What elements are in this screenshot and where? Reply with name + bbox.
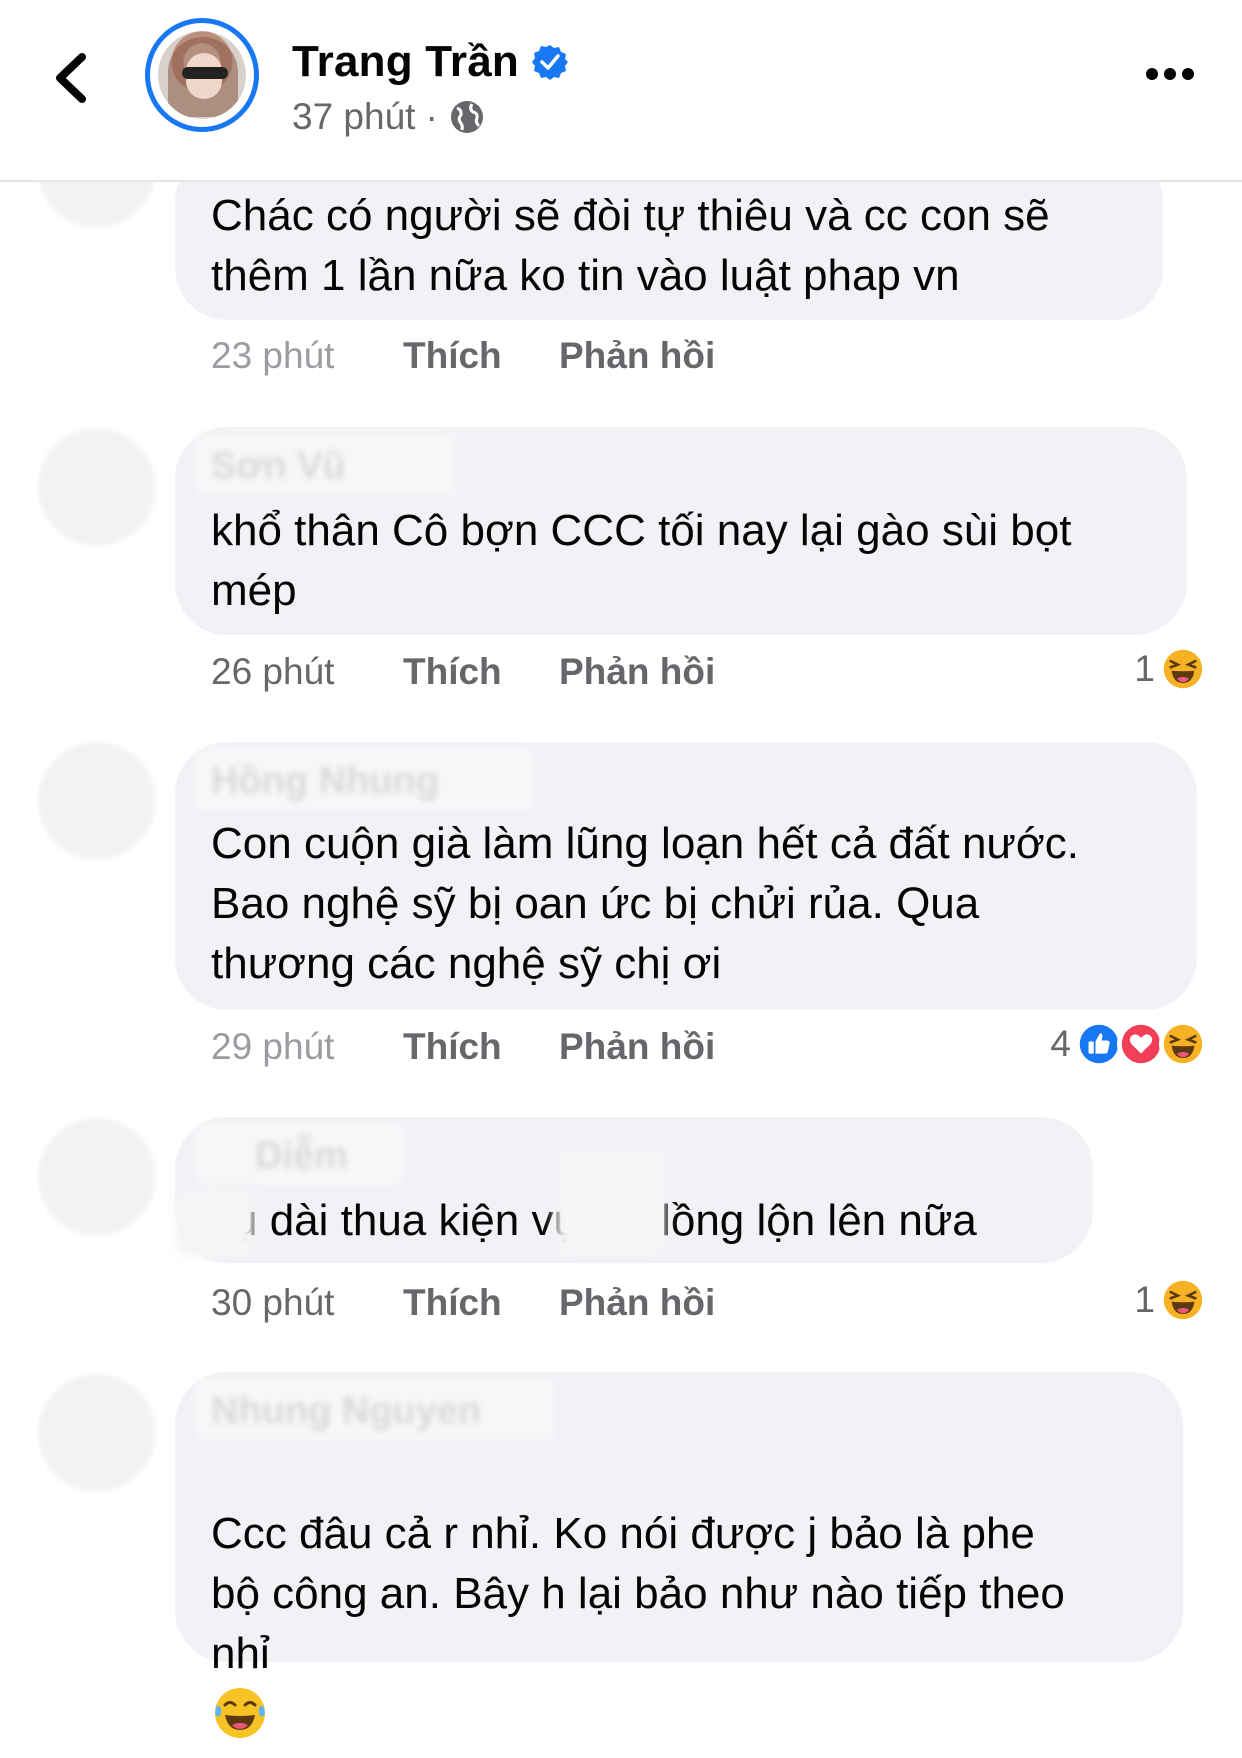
comment-text: Con cuộn già làm lũng loạn hết cả đất nư… [211, 819, 1079, 988]
commenter-avatar[interactable] [38, 1118, 156, 1236]
author-row: Trang Trần [292, 34, 569, 90]
commenter-avatar[interactable] [38, 428, 156, 546]
author-name[interactable]: Trang Trần [292, 37, 519, 87]
comment-text: Chác có người sẽ đòi tự thiêu và cc con … [211, 191, 1050, 300]
haha-icon [1159, 1276, 1207, 1324]
comment-time: 30 phút [211, 1282, 335, 1323]
reaction-summary[interactable]: 1 [1134, 645, 1207, 693]
like-button[interactable]: Thích [403, 1282, 559, 1324]
comment-author[interactable]: Hồng Nhung [211, 760, 439, 803]
like-button[interactable]: Thích [403, 1026, 559, 1068]
comment-text-body: Ccc đâu cả r nhỉ. Ko nói được j bảo là p… [211, 1509, 1065, 1678]
comment-bubble[interactable]: Nhung Nguyen Ccc đâu cả r nhỉ. Ko nói đư… [175, 1372, 1183, 1662]
text-blur-patch [555, 1147, 665, 1257]
comment-text: khổ thân Cô bợn CCC tối nay lại gào sùi … [211, 506, 1072, 615]
comment-time: 23 phút [211, 335, 335, 376]
reply-button[interactable]: Phản hồi [559, 651, 715, 693]
like-button[interactable]: Thích [403, 335, 559, 377]
love-icon [1117, 1020, 1165, 1068]
profile-avatar[interactable] [145, 18, 259, 132]
comment-actions: 26 phút Thích Phản hồi [211, 651, 715, 693]
comment-bubble[interactable]: Sơn Vũ khổ thân Cô bợn CCC tối nay lại g… [175, 427, 1187, 635]
comment-author[interactable]: Sơn Vũ [211, 445, 346, 488]
comment-bubble[interactable]: Hồng Nhung Con cuộn già làm lũng loạn hế… [175, 742, 1197, 1010]
avatar-photo [158, 31, 246, 119]
commenter-avatar[interactable] [38, 1374, 156, 1492]
comment-actions: 30 phút Thích Phản hồi [211, 1282, 715, 1324]
post-meta: 37 phút · [292, 96, 486, 138]
more-horizontal-icon[interactable] [1145, 66, 1195, 82]
comment-time: 29 phút [211, 1026, 335, 1067]
comment-time: 26 phút [211, 651, 335, 692]
haha-icon [1159, 1020, 1207, 1068]
comment-author[interactable]: Diễm [255, 1135, 348, 1178]
reply-button[interactable]: Phản hồi [559, 1026, 715, 1068]
commenter-avatar[interactable] [38, 742, 156, 860]
reaction-summary[interactable]: 1 [1134, 1276, 1207, 1324]
comment-list: Chác có người sẽ đòi tự thiêu và cc con … [0, 0, 1242, 1668]
reply-button[interactable]: Phản hồi [559, 1282, 715, 1324]
comment-actions: 23 phút Thích Phản hồi [211, 335, 715, 377]
comment-text: Ccc đâu cả r nhỉ. Ko nói được j bảo là p… [211, 1444, 1065, 1750]
globe-icon[interactable] [448, 98, 486, 136]
reaction-summary[interactable]: 4 [1050, 1020, 1207, 1068]
reaction-count: 1 [1134, 1279, 1155, 1320]
reply-button[interactable]: Phản hồi [559, 335, 715, 377]
tears-of-joy-icon [211, 1684, 269, 1742]
chevron-left-icon[interactable] [50, 52, 90, 104]
reaction-count: 1 [1134, 648, 1155, 689]
haha-icon [1159, 645, 1207, 693]
like-button[interactable]: Thích [403, 651, 559, 693]
reaction-count: 4 [1050, 1023, 1071, 1064]
text-blur-patch [175, 1187, 255, 1257]
like-icon [1075, 1020, 1123, 1068]
comment-author[interactable]: Nhung Nguyen [211, 1390, 481, 1433]
post-time[interactable]: 37 phút [292, 96, 415, 138]
meta-separator: · [425, 96, 438, 137]
verified-badge-icon [531, 45, 568, 80]
comment-bubble[interactable]: Diễm vụ dài thua kiện vụ dài lồng lộn lê… [175, 1117, 1093, 1263]
comment-actions: 29 phút Thích Phản hồi [211, 1026, 715, 1068]
post-header: Trang Trần 37 phút · [0, 0, 1242, 182]
